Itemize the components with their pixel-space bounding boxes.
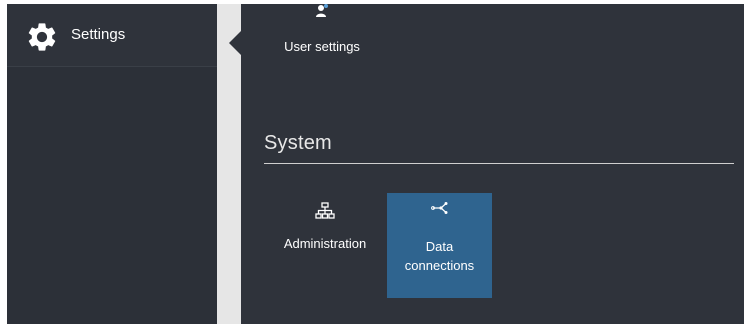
section-title: System <box>264 132 332 154</box>
gear-icon <box>28 23 56 51</box>
sidebar-item-settings[interactable]: Settings <box>7 4 217 67</box>
administration-label: Administration <box>283 236 367 251</box>
data-connections-label-line2: connections <box>404 258 475 273</box>
main-content: User settings System Administration Data… <box>241 4 744 324</box>
data-connections-tile[interactable]: Data connections <box>387 193 492 298</box>
user-settings-label: User settings <box>284 39 360 54</box>
data-connections-label-line1: Data <box>425 239 454 254</box>
sitemap-icon <box>315 202 335 219</box>
settings-window: Settings User settings System Administra… <box>7 4 744 324</box>
section-divider <box>264 163 734 164</box>
user-settings-tile[interactable]: User settings <box>272 4 372 64</box>
sidebar: Settings <box>7 4 217 324</box>
user-settings-icon <box>316 4 328 17</box>
active-pointer <box>229 31 241 55</box>
sidebar-title: Settings <box>71 26 126 43</box>
administration-tile[interactable]: Administration <box>275 194 375 294</box>
data-connections-label: Data connections <box>387 237 492 275</box>
share-nodes-icon <box>431 202 448 214</box>
